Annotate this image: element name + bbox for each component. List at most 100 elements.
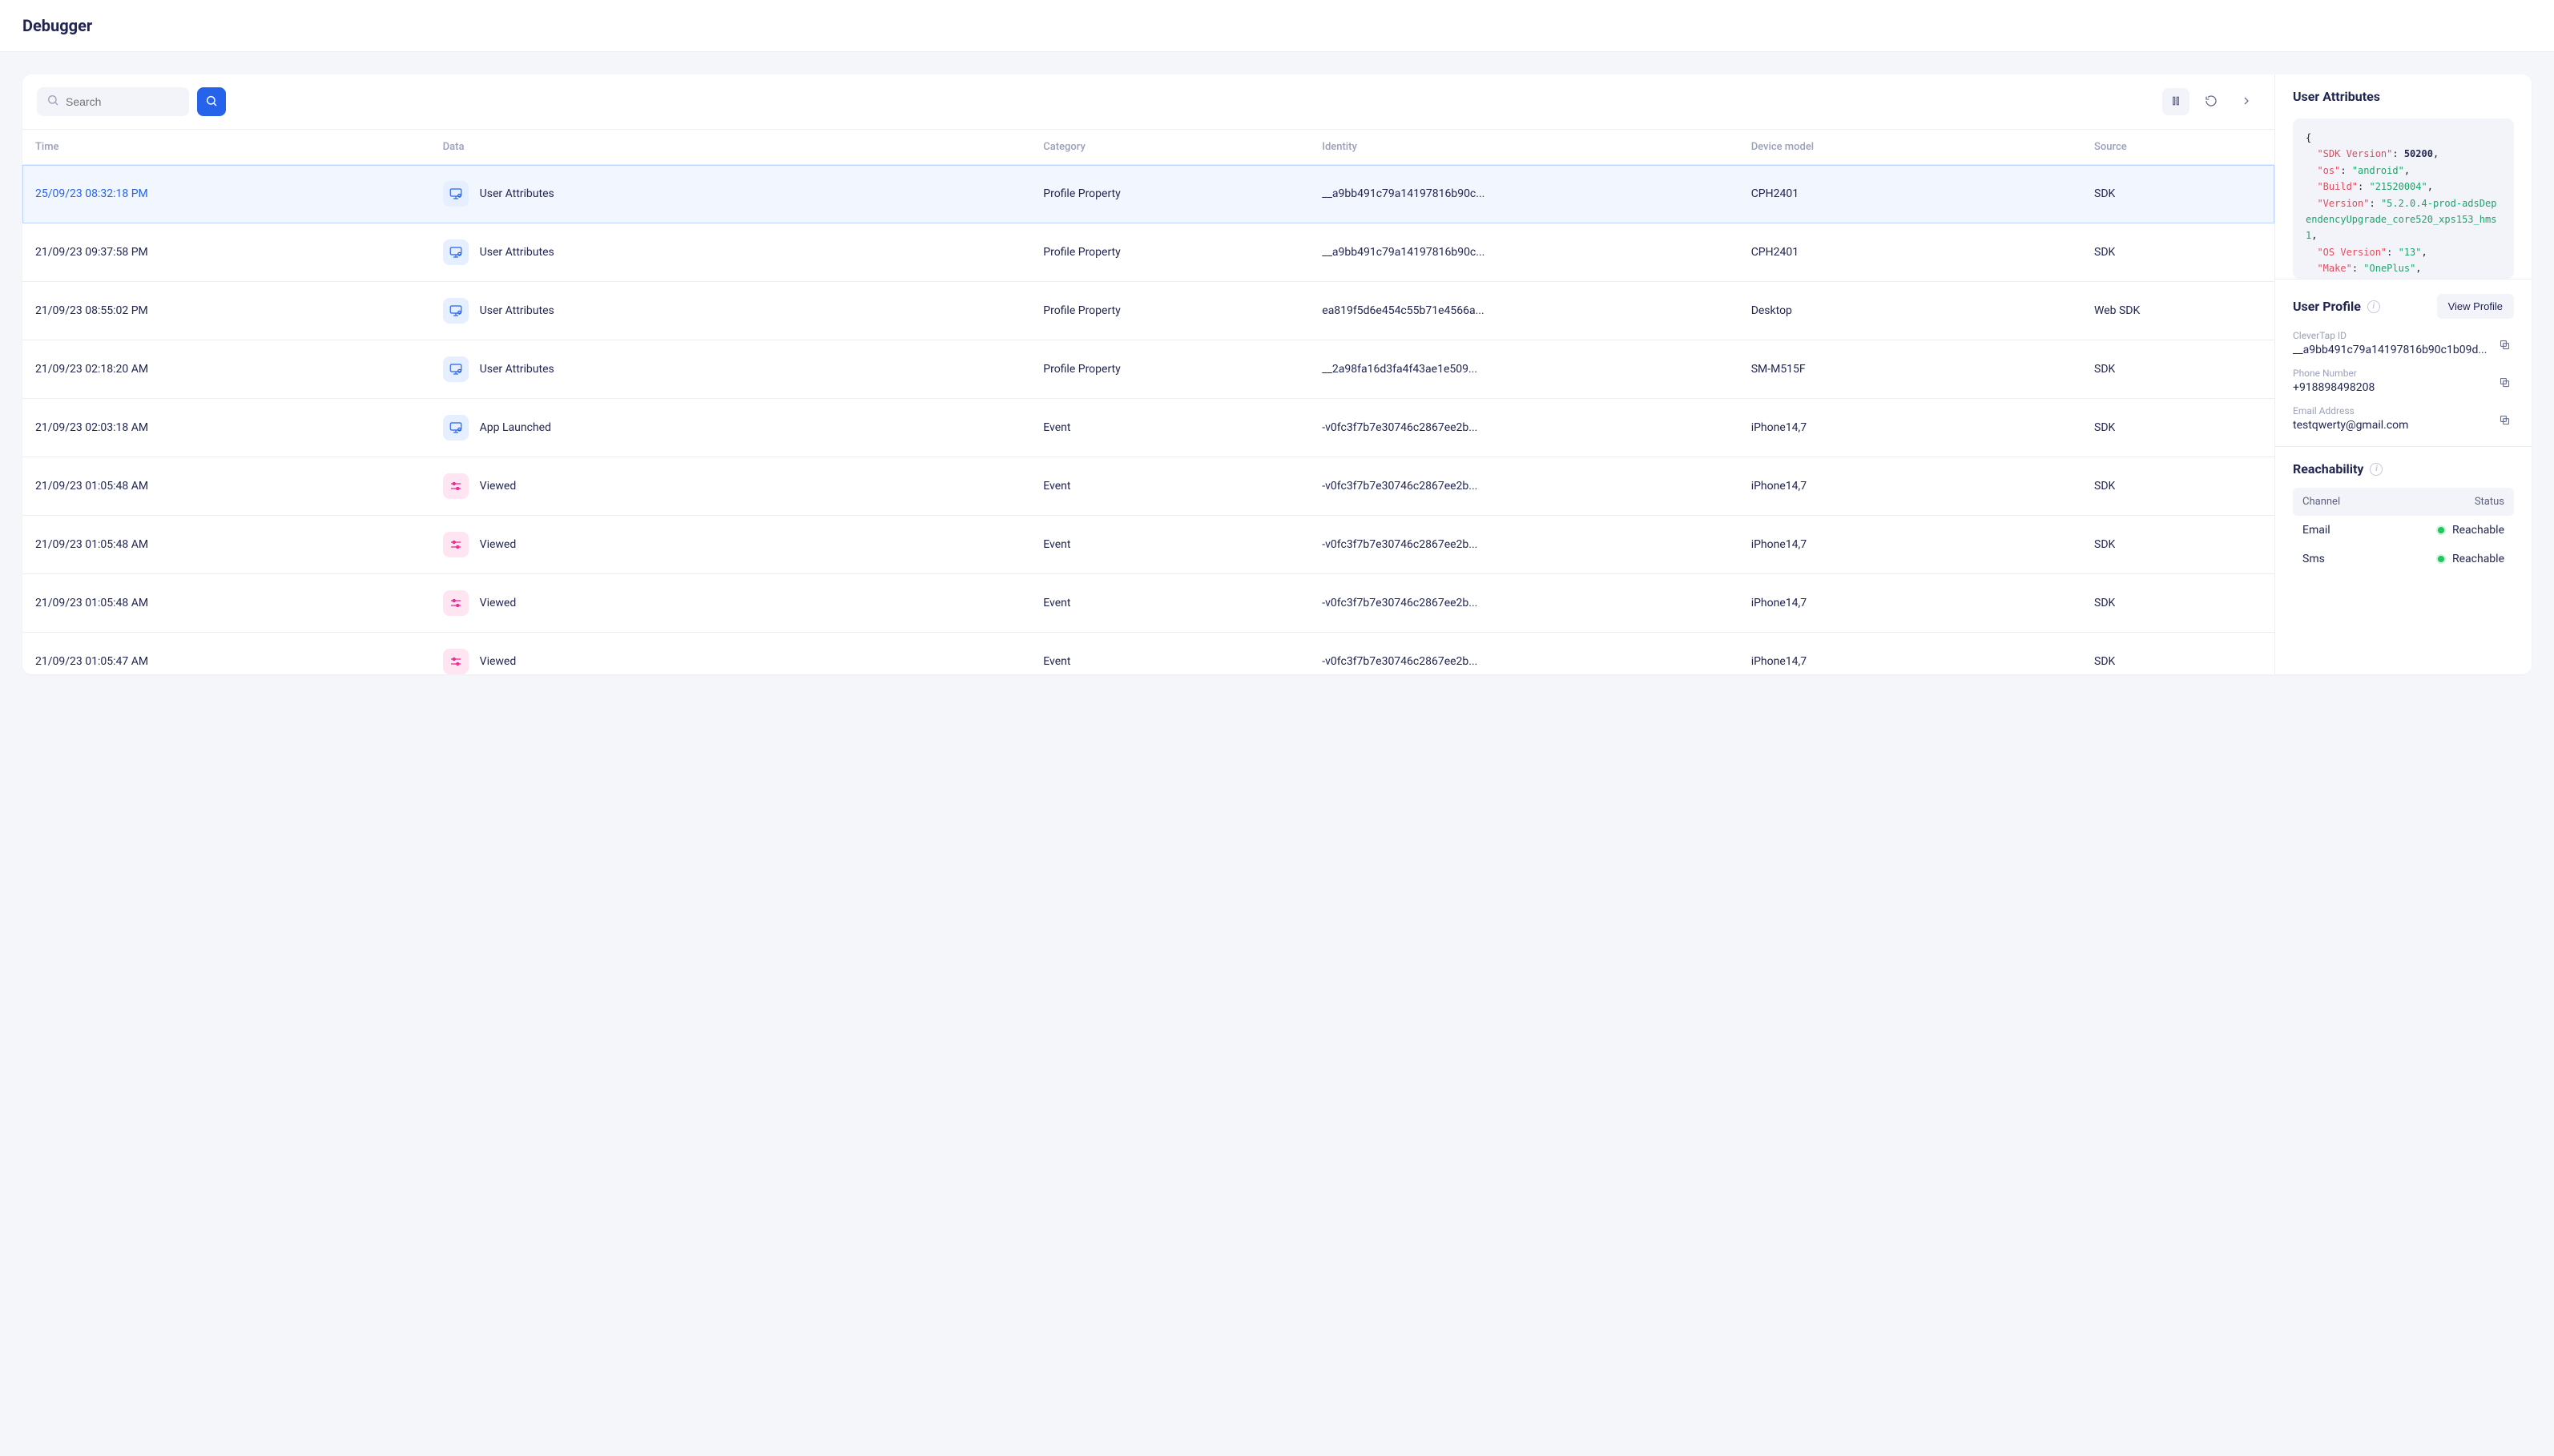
- table-row[interactable]: 21/09/23 02:03:18 AMApp LaunchedEvent-v0…: [22, 399, 2274, 457]
- event-icon: [443, 590, 469, 616]
- cell-device: CPH2401: [1738, 165, 2081, 223]
- table-row[interactable]: 21/09/23 09:37:58 PMUser AttributesProfi…: [22, 223, 2274, 282]
- field-label: CleverTap ID: [2293, 330, 2489, 341]
- reachability-title: Reachability: [2293, 461, 2363, 477]
- profile-icon: [443, 356, 469, 382]
- cell-source: SDK: [2081, 223, 2274, 282]
- cell-data: User Attributes: [480, 304, 554, 317]
- cell-time: 21/09/23 01:05:48 AM: [22, 457, 430, 516]
- info-icon[interactable]: i: [2367, 300, 2380, 313]
- json-preview[interactable]: { "SDK Version": 50200, "os": "android",…: [2293, 119, 2514, 279]
- cell-identity: ea819f5d6e454c55b71e4566a...: [1309, 282, 1738, 340]
- col-source-header: Source: [2081, 130, 2274, 165]
- cell-identity: __2a98fa16d3fa4f43ae1e509...: [1309, 340, 1738, 399]
- cell-source: SDK: [2081, 340, 2274, 399]
- field-label: Phone Number: [2293, 368, 2489, 379]
- cell-source: SDK: [2081, 633, 2274, 675]
- cell-time: 21/09/23 01:05:48 AM: [22, 516, 430, 574]
- event-icon: [443, 532, 469, 557]
- profile-icon: [443, 239, 469, 265]
- refresh-icon: [2205, 95, 2218, 110]
- cell-category: Event: [1030, 633, 1309, 675]
- cell-data: Viewed: [480, 538, 517, 551]
- event-icon: [443, 649, 469, 674]
- table-row[interactable]: 25/09/23 08:32:18 PMUser AttributesProfi…: [22, 165, 2274, 223]
- cell-identity: -v0fc3f7b7e30746c2867ee2b...: [1309, 574, 1738, 633]
- cell-category: Profile Property: [1030, 165, 1309, 223]
- refresh-button[interactable]: [2197, 88, 2225, 115]
- cell-identity: -v0fc3f7b7e30746c2867ee2b...: [1309, 516, 1738, 574]
- cell-category: Event: [1030, 574, 1309, 633]
- event-icon: [443, 473, 469, 499]
- page-title: Debugger: [22, 16, 2532, 35]
- cell-time: 21/09/23 08:55:02 PM: [22, 282, 430, 340]
- table-row[interactable]: 21/09/23 01:05:48 AM Viewed Event-v0fc3f7b…: [22, 516, 2274, 574]
- cell-device: iPhone14,7: [1738, 399, 2081, 457]
- col-identity-header: Identity: [1309, 130, 1738, 165]
- col-category-header: Category: [1030, 130, 1309, 165]
- sidebar-title: User Attributes: [2275, 74, 2532, 119]
- search-button[interactable]: [197, 87, 226, 116]
- table-row[interactable]: 21/09/23 01:05:47 AM Viewed Event-v0fc3f7b…: [22, 633, 2274, 675]
- cell-device: iPhone14,7: [1738, 633, 2081, 675]
- cell-time: 21/09/23 09:37:58 PM: [22, 223, 430, 282]
- reach-status: Reachable: [2452, 524, 2504, 537]
- cell-category: Event: [1030, 516, 1309, 574]
- search-field-wrap[interactable]: [37, 87, 189, 116]
- reach-channel: Sms: [2302, 553, 2325, 565]
- cell-time: 21/09/23 02:03:18 AM: [22, 399, 430, 457]
- cell-data: User Attributes: [480, 187, 554, 200]
- table-row[interactable]: 21/09/23 01:05:48 AMViewedEvent-v0fc3f7b…: [22, 457, 2274, 516]
- view-profile-button[interactable]: View Profile: [2437, 294, 2514, 319]
- cell-category: Profile Property: [1030, 282, 1309, 340]
- cell-source: SDK: [2081, 574, 2274, 633]
- field-value: testqwerty@gmail.com: [2293, 419, 2489, 432]
- cell-time: 21/09/23 01:05:47 AM: [22, 633, 430, 675]
- cell-data: Viewed: [480, 655, 517, 668]
- profile-icon: [443, 298, 469, 324]
- cell-identity: -v0fc3f7b7e30746c2867ee2b...: [1309, 633, 1738, 675]
- reachability-row: Sms Reachable: [2293, 545, 2514, 573]
- profile-icon: [443, 181, 469, 207]
- cell-identity: __a9bb491c79a14197816b90c...: [1309, 223, 1738, 282]
- cell-source: SDK: [2081, 165, 2274, 223]
- info-icon[interactable]: i: [2370, 463, 2383, 476]
- search-input[interactable]: [66, 95, 179, 108]
- cell-data: User Attributes: [480, 246, 554, 259]
- cell-source: SDK: [2081, 457, 2274, 516]
- cell-data: Viewed: [480, 480, 517, 493]
- cell-device: SM-M515F: [1738, 340, 2081, 399]
- cell-data: Viewed: [480, 597, 517, 609]
- cell-source: Web SDK: [2081, 282, 2274, 340]
- table-row[interactable]: 21/09/23 02:18:20 AMUser AttributesProfi…: [22, 340, 2274, 399]
- profile-icon: [443, 415, 469, 440]
- cell-identity: __a9bb491c79a14197816b90c...: [1309, 165, 1738, 223]
- table-row[interactable]: 21/09/23 08:55:02 PM User Attributes Profi…: [22, 282, 2274, 340]
- copy-button[interactable]: [2496, 336, 2514, 356]
- col-time-header: Time: [22, 130, 430, 165]
- cell-source: SDK: [2081, 399, 2274, 457]
- reach-status: Reachable: [2452, 553, 2504, 565]
- cell-identity: -v0fc3f7b7e30746c2867ee2b...: [1309, 457, 1738, 516]
- col-device-header: Device model: [1738, 130, 2081, 165]
- cell-data: App Launched: [480, 421, 551, 434]
- search-icon: [46, 94, 59, 110]
- field-value: __a9bb491c79a14197816b90c1b09d...: [2293, 344, 2489, 356]
- copy-button[interactable]: [2496, 373, 2514, 394]
- status-dot-icon: [2436, 525, 2446, 535]
- copy-button[interactable]: [2496, 411, 2514, 432]
- cell-device: iPhone14,7: [1738, 574, 2081, 633]
- field-label: Email Address: [2293, 405, 2489, 416]
- cell-time: 21/09/23 01:05:48 AM: [22, 574, 430, 633]
- table-row[interactable]: 21/09/23 01:05:48 AM Viewed Event-v0fc3f7b…: [22, 574, 2274, 633]
- field-value: +918898498208: [2293, 381, 2489, 394]
- reach-status-header: Status: [2475, 496, 2504, 508]
- cell-device: iPhone14,7: [1738, 457, 2081, 516]
- cell-data: User Attributes: [480, 363, 554, 376]
- cell-identity: -v0fc3f7b7e30746c2867ee2b...: [1309, 399, 1738, 457]
- cell-time: 21/09/23 02:18:20 AM: [22, 340, 430, 399]
- expand-button[interactable]: [2233, 88, 2260, 115]
- reach-channel-header: Channel: [2302, 496, 2340, 508]
- pause-button[interactable]: [2162, 88, 2189, 115]
- events-table: Time Data Category Identity Device model…: [22, 130, 2274, 674]
